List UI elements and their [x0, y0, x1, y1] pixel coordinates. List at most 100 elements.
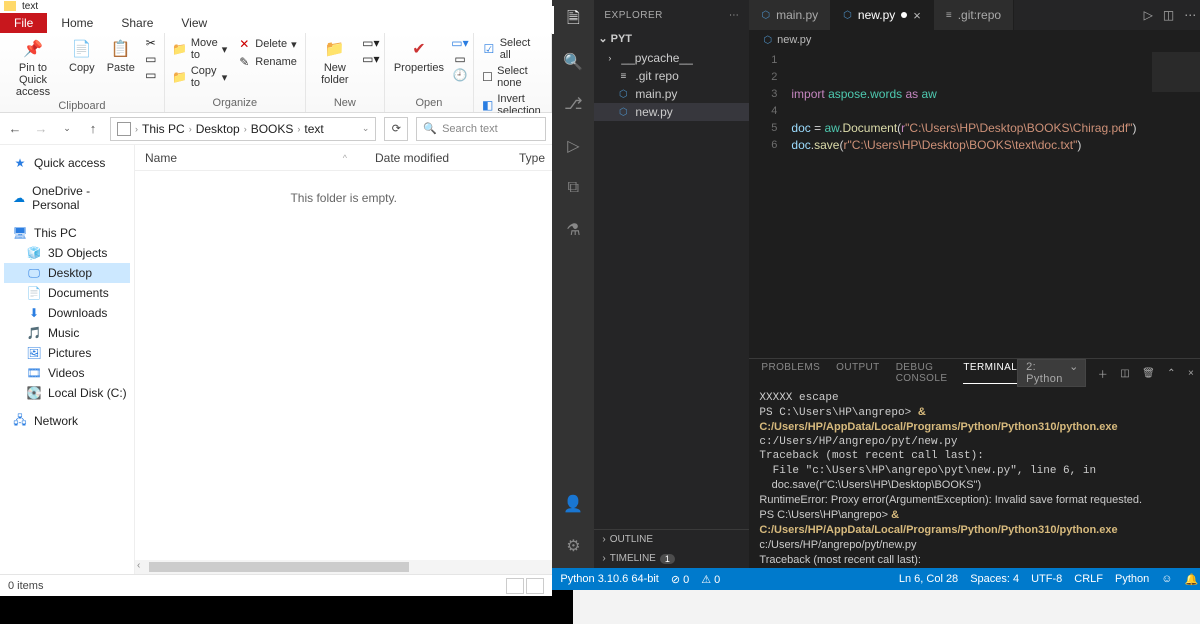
nav-videos[interactable]: 🎞Videos: [4, 363, 130, 383]
split-icon[interactable]: ◫: [1163, 8, 1174, 22]
copy-to-button[interactable]: 📁Copy to ▾: [171, 64, 229, 90]
status-errors[interactable]: ⊘ 0: [671, 573, 689, 586]
cut-icon[interactable]: ✂: [144, 36, 158, 50]
delete-button[interactable]: ✕Delete ▾: [235, 36, 299, 52]
tab-view[interactable]: View: [167, 13, 221, 33]
up-button[interactable]: ↑: [84, 120, 102, 138]
tree-gitrepo[interactable]: ≡.git repo: [594, 67, 749, 85]
copy-button[interactable]: 📄Copy: [66, 36, 98, 76]
paste-button[interactable]: 📋Paste: [104, 36, 138, 76]
column-headers[interactable]: Name Date modified Type: [135, 145, 552, 171]
crumb-thispc[interactable]: This PC: [142, 122, 185, 136]
breadcrumb[interactable]: ⬡new.py: [749, 30, 1200, 50]
code-editor[interactable]: 123456 import aspose.words as aw doc = a…: [749, 50, 1200, 358]
run-icon[interactable]: ▷: [1144, 8, 1153, 22]
properties-button[interactable]: ✔Properties: [391, 36, 447, 76]
new-folder-button[interactable]: 📁New folder: [312, 36, 358, 88]
nav-onedrive[interactable]: ☁OneDrive - Personal: [4, 181, 130, 215]
scroll-left-icon[interactable]: ‹: [137, 560, 140, 571]
copy-path-icon[interactable]: ▭: [144, 52, 158, 66]
nav-pictures[interactable]: 🖼Pictures: [4, 343, 130, 363]
forward-button[interactable]: →: [32, 120, 50, 138]
nav-desktop[interactable]: 🖵Desktop: [4, 263, 130, 283]
status-feedback-icon[interactable]: ☺: [1161, 573, 1172, 585]
edit-icon[interactable]: ▭: [453, 52, 467, 66]
explorer-icon[interactable]: 🗎: [561, 8, 585, 32]
minimap[interactable]: [1152, 52, 1200, 92]
status-line-col[interactable]: Ln 6, Col 28: [899, 573, 958, 585]
move-to-button[interactable]: 📁Move to ▾: [171, 36, 229, 62]
back-button[interactable]: ←: [6, 120, 24, 138]
tree-pycache[interactable]: ›__pycache__: [594, 49, 749, 67]
panel-tab-output[interactable]: OUTPUT: [836, 362, 880, 384]
crumb-books[interactable]: BOOKS: [251, 122, 294, 136]
close-panel-icon[interactable]: ×: [1188, 368, 1194, 379]
refresh-button[interactable]: ⟳: [384, 117, 408, 141]
status-language[interactable]: Python: [1115, 573, 1149, 585]
more-icon[interactable]: ⋯: [1184, 8, 1196, 22]
more-icon[interactable]: ⋯: [729, 10, 740, 21]
tab-main[interactable]: ⬡main.py: [749, 0, 831, 30]
panel-tab-debug[interactable]: DEBUG CONSOLE: [896, 362, 948, 384]
title-bar[interactable]: text: [0, 0, 552, 12]
nav-local-disk[interactable]: 💽Local Disk (C:): [4, 383, 130, 403]
nav-downloads[interactable]: ⬇Downloads: [4, 303, 130, 323]
status-eol[interactable]: CRLF: [1074, 573, 1103, 585]
large-icons-view-icon[interactable]: [526, 578, 544, 594]
timeline-section[interactable]: ›TIMELINE1: [594, 549, 749, 568]
tab-share[interactable]: Share: [107, 13, 167, 33]
rename-button[interactable]: ✎Rename: [235, 54, 299, 70]
history-icon[interactable]: 🕘: [453, 68, 467, 82]
settings-icon[interactable]: ⚙: [561, 534, 585, 558]
col-type[interactable]: Type: [485, 151, 545, 165]
details-view-icon[interactable]: [506, 578, 524, 594]
nav-quick-access[interactable]: ★Quick access: [4, 153, 130, 173]
tab-new[interactable]: ⬡new.py×: [831, 0, 934, 30]
col-date[interactable]: Date modified: [365, 151, 485, 165]
terminal-select[interactable]: 2: Python: [1017, 359, 1086, 387]
tab-file[interactable]: File: [0, 13, 47, 33]
source-control-icon[interactable]: ⎇: [561, 92, 585, 116]
close-icon[interactable]: ×: [913, 8, 921, 23]
paste-shortcut-icon[interactable]: ▭: [144, 68, 158, 82]
panel-tab-problems[interactable]: PROBLEMS: [761, 362, 820, 384]
crumb-text[interactable]: text: [304, 122, 323, 136]
nav-this-pc[interactable]: 🖥This PC: [4, 223, 130, 243]
recent-button[interactable]: ⌄: [58, 120, 76, 138]
testing-icon[interactable]: ⚗: [561, 218, 585, 242]
search-icon[interactable]: 🔍: [561, 50, 585, 74]
new-terminal-icon[interactable]: ＋: [1098, 366, 1108, 381]
status-spaces[interactable]: Spaces: 4: [970, 573, 1019, 585]
pin-quick-access-button[interactable]: 📌Pin to Quick access: [6, 36, 60, 100]
nav-documents[interactable]: 📄Documents: [4, 283, 130, 303]
status-warnings[interactable]: ⚠ 0: [701, 573, 720, 586]
project-root[interactable]: ⌄PYT: [594, 30, 749, 47]
extensions-icon[interactable]: ⧉: [561, 176, 585, 200]
search-input[interactable]: 🔍 Search text: [416, 117, 546, 141]
crumb-dropdown-icon[interactable]: ⌄: [362, 123, 370, 134]
split-terminal-icon[interactable]: ◫: [1120, 368, 1130, 379]
account-icon[interactable]: 👤: [561, 492, 585, 516]
code-content[interactable]: import aspose.words as aw doc = aw.Docum…: [785, 50, 1200, 358]
nav-network[interactable]: 🖧Network: [4, 411, 130, 431]
new-item-icon[interactable]: ▭▾: [364, 36, 378, 50]
tree-main[interactable]: ⬡main.py: [594, 85, 749, 103]
status-encoding[interactable]: UTF-8: [1031, 573, 1062, 585]
status-bell-icon[interactable]: 🔔: [1185, 573, 1199, 586]
crumb-desktop[interactable]: Desktop: [196, 122, 240, 136]
panel-tab-terminal[interactable]: TERMINAL: [963, 362, 1017, 384]
open-icon[interactable]: ▭▾: [453, 36, 467, 50]
tree-new[interactable]: ⬡new.py: [594, 103, 749, 121]
kill-terminal-icon[interactable]: 🗑: [1142, 368, 1155, 379]
outline-section[interactable]: ›OUTLINE: [594, 530, 749, 549]
terminal-output[interactable]: XXXXX escape PS C:\Users\HP\angrepo> & C…: [749, 387, 1200, 568]
horizontal-scrollbar[interactable]: ‹: [135, 560, 552, 574]
maximize-panel-icon[interactable]: ⌃: [1167, 368, 1176, 379]
select-all-button[interactable]: ☑Select all: [480, 36, 545, 62]
select-none-button[interactable]: ☐Select none: [480, 64, 545, 90]
breadcrumb[interactable]: › This PC› Desktop› BOOKS› text ⌄: [110, 117, 376, 141]
tab-home[interactable]: Home: [47, 13, 107, 33]
status-python[interactable]: Python 3.10.6 64-bit: [560, 573, 658, 585]
scrollbar-thumb[interactable]: [149, 562, 409, 572]
run-debug-icon[interactable]: ▷: [561, 134, 585, 158]
